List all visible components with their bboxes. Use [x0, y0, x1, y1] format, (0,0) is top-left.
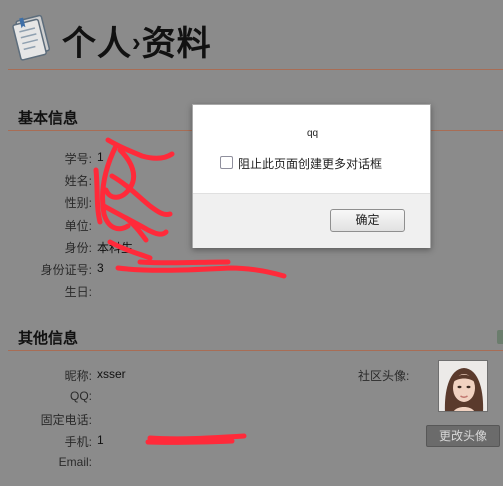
other-info-row: QQ:	[0, 386, 360, 408]
field-label: 身份:	[64, 240, 92, 255]
ok-button[interactable]: 确定	[330, 209, 405, 232]
field-value: 1	[97, 150, 104, 164]
field-label: 固定电话:	[40, 413, 92, 427]
field-value: 3	[97, 261, 104, 275]
field-label: QQ:	[69, 389, 92, 403]
notebook-icon	[12, 14, 51, 61]
page-header: 个人›资料	[0, 0, 503, 70]
prevent-dialogs-label[interactable]: 阻止此页面创建更多对话框	[238, 155, 382, 172]
other-info-divider	[8, 350, 503, 351]
other-info-row: 手机: 1	[0, 430, 360, 452]
field-value: 本科生	[97, 240, 134, 255]
avatar-photo	[439, 361, 487, 411]
field-label: Email:	[58, 455, 92, 469]
avatar	[438, 360, 488, 412]
field-label: 姓名:	[64, 174, 92, 189]
other-info-title: 其他信息	[18, 330, 79, 347]
page-title: 个人›资料	[62, 25, 212, 63]
profile-page: 个人›资料 基本信息 学号: 1 姓名: 性别: 单位: 身份: 本科生 身份证号: 3 生日: …	[0, 0, 503, 486]
field-value: 1	[97, 433, 104, 447]
other-info-row: Email:	[0, 452, 360, 474]
field-label: 昵称:	[64, 369, 92, 383]
field-label: 单位:	[64, 218, 92, 233]
field-label: 生日:	[64, 285, 92, 300]
edge-tab	[497, 330, 503, 344]
field-value: xsser	[97, 367, 126, 381]
basic-info-row: 身份证号: 3	[0, 258, 360, 280]
dialog-footer: 确定	[193, 193, 430, 248]
field-label: 学号:	[64, 152, 92, 166]
alert-dialog: qq 阻止此页面创建更多对话框 确定	[192, 104, 431, 248]
other-info-row: 固定电话:	[0, 408, 360, 430]
basic-info-title: 基本信息	[18, 110, 79, 127]
basic-info-row: 生日:	[0, 280, 360, 302]
change-avatar-button[interactable]: 更改头像	[426, 425, 500, 447]
avatar-label: 社区头像:	[358, 369, 410, 383]
prevent-dialogs-checkbox[interactable]	[220, 156, 233, 169]
other-info-row: 昵称: xsser	[0, 364, 360, 386]
dialog-message: qq	[306, 128, 319, 139]
header-divider	[8, 69, 503, 70]
field-label: 身份证号:	[40, 263, 92, 277]
field-label: 手机:	[64, 435, 92, 449]
field-label: 性别:	[64, 196, 92, 211]
